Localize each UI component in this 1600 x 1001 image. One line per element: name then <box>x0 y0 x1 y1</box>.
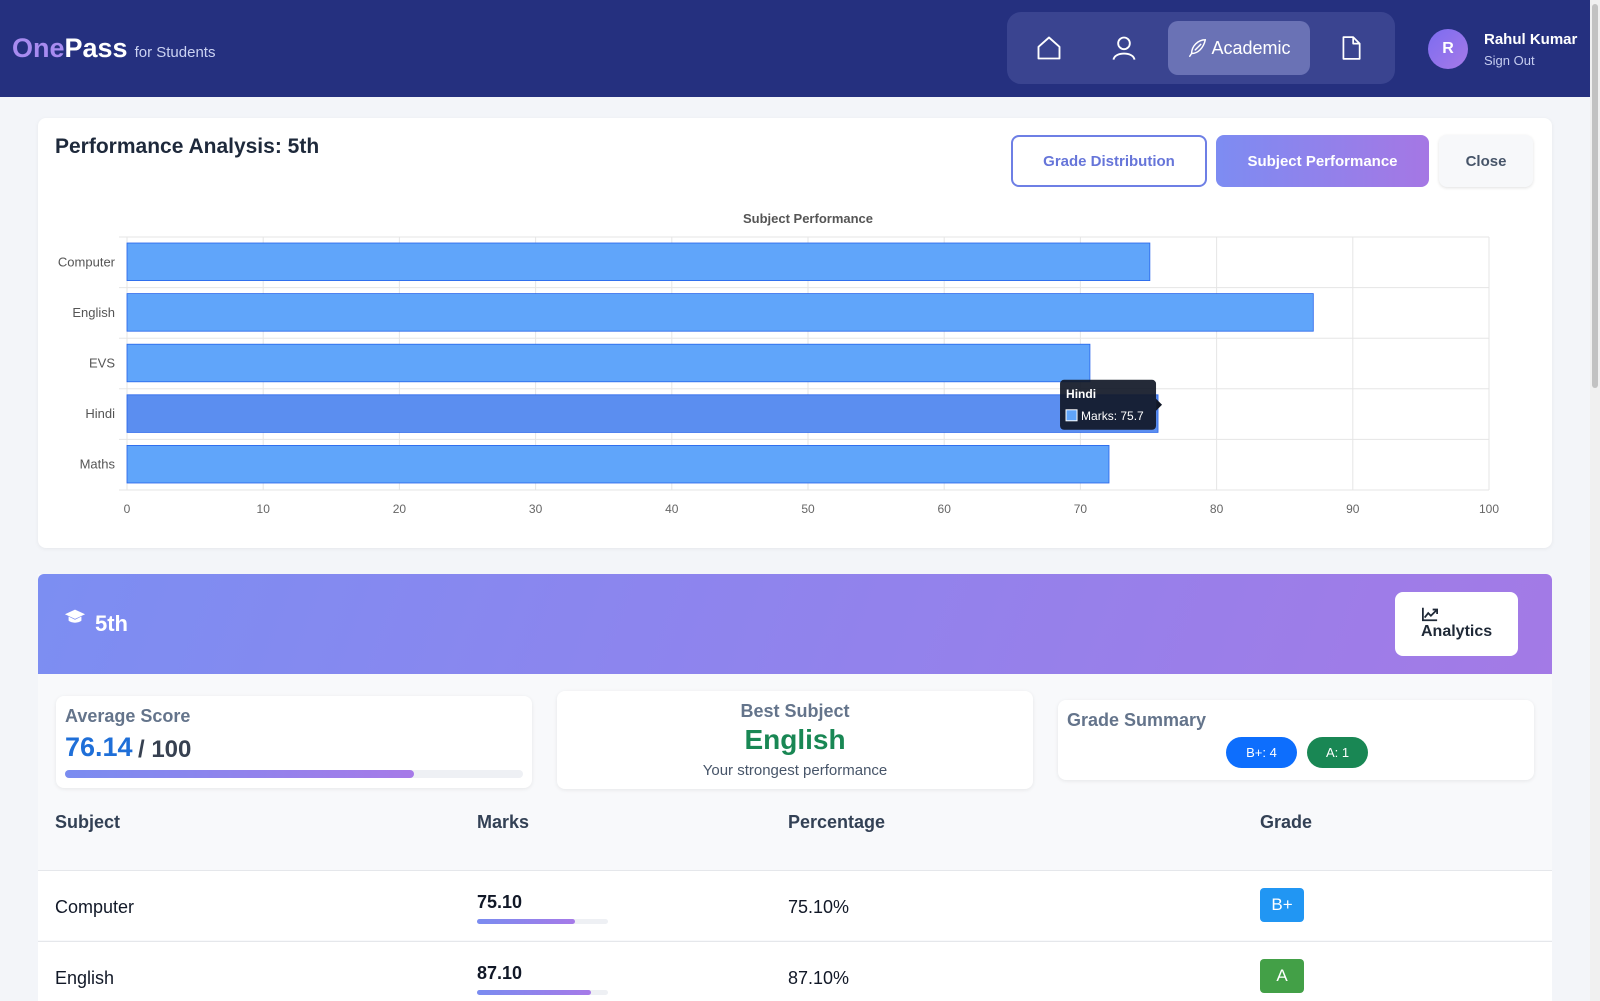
tooltip-value: Marks: 75.7 <box>1081 409 1144 423</box>
bar-maths <box>126 444 1110 484</box>
user-name: Rahul Kumar <box>1484 30 1578 48</box>
tooltip-swatch <box>1065 409 1078 422</box>
document-icon <box>1342 36 1361 60</box>
row-marks-bar <box>477 990 608 995</box>
main-nav: Academic <box>1007 12 1395 84</box>
row-percentage: 75.10% <box>788 897 850 917</box>
brand-one: One <box>12 33 65 63</box>
y-tick-label: Maths <box>80 457 116 472</box>
feather-icon <box>1189 39 1207 57</box>
average-score-card: Average Score 76.14 / 100 <box>56 696 532 788</box>
average-score-progress <box>65 770 523 778</box>
best-subject-label: Best Subject <box>740 701 850 721</box>
bar-evs <box>126 343 1091 383</box>
grade-summary-card: Grade Summary B+: 4 A: 1 <box>1058 700 1534 780</box>
page-scrollbar[interactable] <box>1590 0 1600 1001</box>
user-menu[interactable]: R Rahul Kumar Sign Out <box>1428 29 1577 69</box>
x-tick-label: 80 <box>1210 502 1224 516</box>
table-row: English 87.10 87.10% A <box>38 941 1552 1001</box>
brand-logo[interactable]: One Pass for Students <box>12 33 215 64</box>
nav-academic-label: Academic <box>1211 37 1291 58</box>
best-subject-card: Best Subject English Your strongest perf… <box>557 691 1033 789</box>
chart-line-icon <box>1422 607 1438 622</box>
y-tick-label: Hindi <box>85 406 115 421</box>
marks-table-header: Subject Marks Percentage Grade <box>38 804 1552 844</box>
x-tick-label: 40 <box>665 502 679 516</box>
grade-summary-badge-a: A: 1 <box>1307 737 1368 768</box>
x-tick-label: 10 <box>257 502 271 516</box>
average-score-out-of: / 100 <box>138 736 192 763</box>
nav-documents[interactable] <box>1319 21 1383 75</box>
x-tick-label: 100 <box>1479 502 1499 516</box>
grade-title: 5th <box>95 611 128 636</box>
row-grade-badge: A <box>1260 959 1304 993</box>
chart-title: Subject Performance <box>743 211 873 226</box>
column-header-grade: Grade <box>1260 812 1313 832</box>
grade-card: 5th Analytics Average Score 76.14 / 100 … <box>38 574 1552 1001</box>
row-marks: 87.10 <box>477 963 523 983</box>
row-percentage: 87.10% <box>788 968 850 988</box>
avatar[interactable]: R <box>1428 29 1468 69</box>
x-tick-label: 30 <box>529 502 543 516</box>
x-tick-label: 20 <box>393 502 407 516</box>
analytics-label: Analytics <box>1421 623 1493 640</box>
x-tick-label: 60 <box>938 502 952 516</box>
x-tick-label: 90 <box>1346 502 1360 516</box>
average-score-value: 76.14 <box>65 732 133 762</box>
row-subject: Computer <box>55 897 135 917</box>
bar-hindi <box>126 394 1159 433</box>
column-header-subject: Subject <box>55 812 121 832</box>
performance-analysis-card: Performance Analysis: 5th Grade Distribu… <box>38 118 1552 548</box>
tooltip-arrow <box>1156 398 1163 411</box>
column-header-marks: Marks <box>477 812 530 832</box>
row-marks-bar <box>477 919 608 924</box>
bar-english <box>126 293 1314 332</box>
row-marks-bar-fill <box>477 990 592 995</box>
nav-home[interactable] <box>1017 21 1081 75</box>
scrollbar-thumb[interactable] <box>1592 4 1598 388</box>
nav-academic[interactable]: Academic <box>1168 21 1310 75</box>
grade-summary-badge-bplus: B+: 4 <box>1226 737 1297 768</box>
x-tick-label: 70 <box>1074 502 1088 516</box>
graduation-cap-icon <box>64 609 86 623</box>
analytics-button[interactable]: Analytics <box>1395 592 1518 656</box>
nav-profile[interactable] <box>1092 21 1156 75</box>
average-score-label: Average Score <box>65 706 191 726</box>
user-icon <box>1112 36 1136 61</box>
y-tick-label: EVS <box>89 356 115 371</box>
bar-computer <box>126 242 1151 281</box>
row-grade-badge: B+ <box>1260 888 1304 922</box>
home-icon <box>1037 36 1061 60</box>
row-marks-bar-fill <box>477 919 576 924</box>
brand-pass: Pass <box>64 33 128 63</box>
top-navbar: One Pass for Students Academic R Rahul K… <box>0 0 1590 97</box>
subject-performance-chart: Subject Performance 0 10 20 30 40 50 60 70 80 90 10… <box>58 211 1499 516</box>
row-subject: English <box>55 968 115 988</box>
row-marks: 75.10 <box>477 892 523 912</box>
table-row: Computer 75.10 75.10% B+ <box>38 870 1552 940</box>
x-tick-label: 50 <box>801 502 815 516</box>
x-tick-label: 0 <box>124 502 131 516</box>
grade-card-header: 5th Analytics <box>38 574 1552 674</box>
grade-summary-label: Grade Summary <box>1067 710 1207 730</box>
brand-tagline: for Students <box>134 44 216 61</box>
tooltip-title: Hindi <box>1066 387 1096 401</box>
y-tick-label: English <box>72 305 115 320</box>
column-header-percentage: Percentage <box>788 812 886 832</box>
best-subject-value: English <box>744 724 846 755</box>
average-score-progress-fill <box>65 770 414 778</box>
y-tick-label: Computer <box>58 254 116 269</box>
best-subject-caption: Your strongest performance <box>702 762 888 779</box>
sign-out-link[interactable]: Sign Out <box>1484 53 1577 68</box>
